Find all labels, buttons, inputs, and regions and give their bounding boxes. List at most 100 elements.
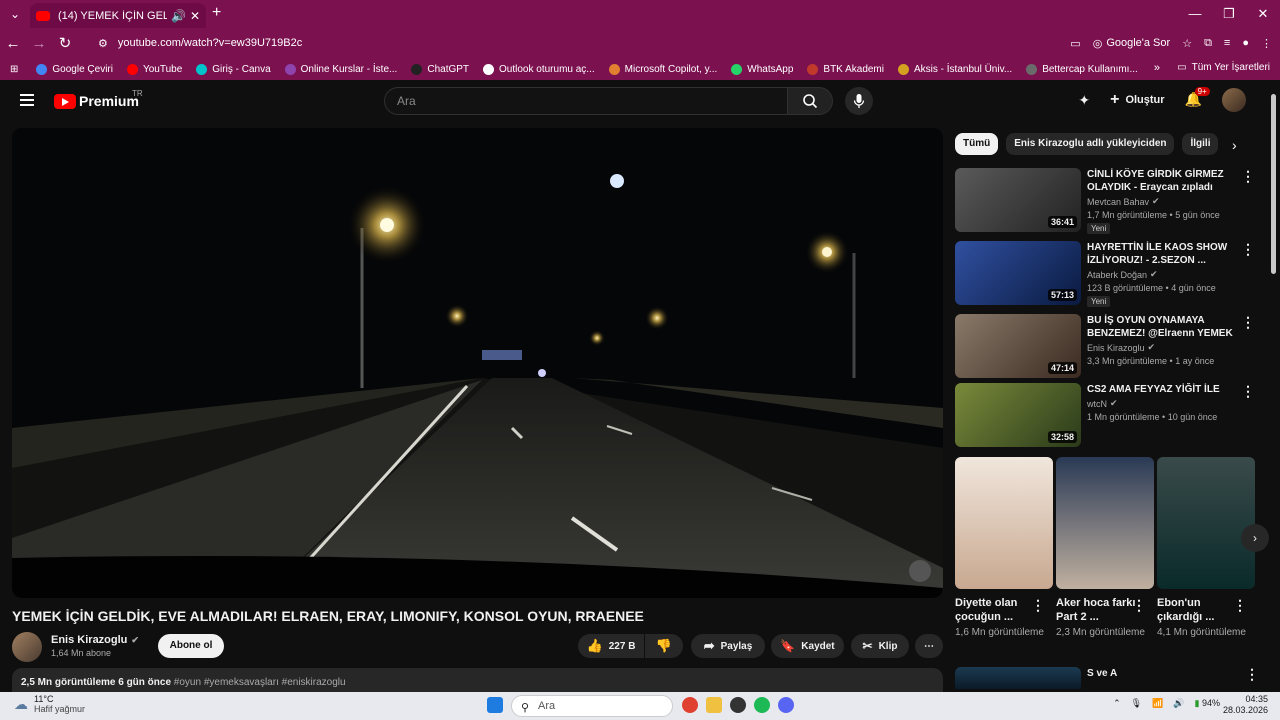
new-tab-button[interactable]: + xyxy=(212,4,221,22)
rec-channel[interactable]: Mevtcan Bahav ✔ xyxy=(1087,196,1160,207)
description-box[interactable]: 2,5 Mn görüntüleme 6 gün önce #oyun #yem… xyxy=(12,668,943,692)
short-title[interactable]: Diyette olan çocuğun ... xyxy=(955,596,1035,624)
more-options-icon[interactable]: ⋮ xyxy=(1031,597,1045,614)
all-bookmarks-button[interactable]: ▭ Tüm Yer İşaretleri xyxy=(1177,62,1270,73)
taskbar-search[interactable]: ⚲ Ara xyxy=(511,695,673,717)
bookmark-item[interactable]: Online Kurslar - İste... xyxy=(284,63,397,75)
bookmark-item[interactable]: WhatsApp xyxy=(731,63,793,75)
video-thumbnail[interactable]: 36:41 xyxy=(955,168,1081,232)
more-options-icon[interactable]: ⋮ xyxy=(1241,314,1255,331)
shorts-next-button[interactable]: › xyxy=(1241,524,1269,552)
scrollbar-thumb[interactable] xyxy=(1271,94,1276,274)
rec-channel-name[interactable]: Mevtcan Bahav xyxy=(1087,197,1149,207)
close-tab-icon[interactable]: ✕ xyxy=(190,9,200,23)
search-input[interactable]: Ara xyxy=(384,87,788,115)
volume-icon[interactable]: 🔊 xyxy=(1173,698,1184,709)
microphone-icon[interactable]: 🎙 xyxy=(1131,698,1142,709)
bookmark-item[interactable]: Google Çeviri xyxy=(36,63,113,75)
rec-title[interactable]: CS2 AMA FEYYAZ YİĞİT İLE xyxy=(1087,383,1237,396)
rec-channel[interactable]: Enis Kirazoglu ✔ xyxy=(1087,342,1155,353)
more-options-icon[interactable]: ⋮ xyxy=(1241,383,1255,400)
bookmark-item[interactable]: BTK Akademi xyxy=(807,63,884,75)
account-avatar[interactable] xyxy=(1222,88,1246,112)
like-button[interactable]: 👍 227 B xyxy=(578,634,644,658)
chrome-icon[interactable] xyxy=(682,697,698,713)
save-button[interactable]: 🔖 Kaydet xyxy=(771,634,844,658)
more-options-icon[interactable]: ⋮ xyxy=(1241,241,1255,258)
video-thumbnail[interactable]: 32:58 xyxy=(955,383,1081,447)
search-button[interactable] xyxy=(787,87,833,115)
short-thumbnail[interactable] xyxy=(1056,457,1154,589)
discord-icon[interactable] xyxy=(778,697,794,713)
rec-channel-name[interactable]: Ataberk Doğan xyxy=(1087,270,1147,280)
google-sor-button[interactable]: ◎ Google'a Sor xyxy=(1093,37,1170,50)
media-control-icon[interactable]: ≡ xyxy=(1224,37,1230,49)
extensions-icon[interactable]: ⧉ xyxy=(1204,37,1212,50)
short-title[interactable]: Aker hoca farkı Part 2 ... xyxy=(1056,596,1136,624)
file-explorer-icon[interactable] xyxy=(706,697,722,713)
omnibox[interactable]: ⚙ youtube.com/watch?v=ew39U719B2c xyxy=(88,31,1150,55)
chevron-right-icon[interactable]: › xyxy=(1232,137,1237,153)
recommendation-item[interactable]: 47:14 BU İŞ OYUN OYNAMAYA BENZEMEZ! @Elr… xyxy=(955,314,1265,378)
chevron-up-icon[interactable]: ⌃ xyxy=(1113,698,1121,709)
more-options-icon[interactable]: ⋮ xyxy=(1233,597,1247,614)
minimize-button[interactable]: — xyxy=(1178,0,1212,28)
app-icon[interactable] xyxy=(730,697,746,713)
voice-search-button[interactable] xyxy=(845,87,873,115)
create-button[interactable]: + Oluştur xyxy=(1110,91,1164,109)
bookmark-item[interactable]: Bettercap Kullanımı... xyxy=(1026,63,1138,75)
dislike-button[interactable]: 👎 xyxy=(645,634,683,658)
premium-badge-icon[interactable]: ✦ xyxy=(1078,92,1090,109)
bookmark-item[interactable]: YouTube xyxy=(126,63,182,75)
more-actions-button[interactable]: ⋯ xyxy=(915,634,943,658)
recommendation-item[interactable]: 57:13 HAYRETTİN İLE KAOS SHOW İZLİYORUZ!… xyxy=(955,241,1265,307)
chip-related[interactable]: İlgili xyxy=(1182,133,1219,155)
video-thumbnail[interactable]: 57:13 xyxy=(955,241,1081,305)
rec-title[interactable]: BU İŞ OYUN OYNAMAYA BENZEMEZ! @Elraenn Y… xyxy=(1087,314,1237,340)
bookmark-star-icon[interactable]: ☆ xyxy=(1182,37,1192,50)
chip-from-uploader[interactable]: Enis Kirazoglu adlı yükleyiciden xyxy=(1006,133,1175,155)
rec-title[interactable]: S ve A xyxy=(1087,668,1117,679)
wifi-icon[interactable]: 📶 xyxy=(1152,698,1163,709)
chip-all[interactable]: Tümü xyxy=(955,133,999,155)
channel-watermark-icon[interactable] xyxy=(909,560,931,582)
recommendation-item[interactable]: 32:58 CS2 AMA FEYYAZ YİĞİT İLE wtcN ✔ 1 M… xyxy=(955,383,1265,447)
bookmark-item[interactable]: Microsoft Copilot, y... xyxy=(608,63,717,75)
notifications-button[interactable]: 🔔 9+ xyxy=(1185,87,1210,109)
windows-start-icon[interactable] xyxy=(487,697,503,713)
bookmark-item[interactable]: Aksis - İstanbul Üniv... xyxy=(898,63,1012,75)
video-thumbnail[interactable]: 47:14 xyxy=(955,314,1081,378)
rec-title[interactable]: HAYRETTİN İLE KAOS SHOW İZLİYORUZ! - 2.S… xyxy=(1087,241,1237,267)
more-options-icon[interactable]: ⋮ xyxy=(1132,597,1146,614)
menu-icon[interactable]: ⋮ xyxy=(1261,37,1272,50)
share-button[interactable]: ➦ Paylaş xyxy=(691,634,765,658)
close-window-button[interactable]: ✕ xyxy=(1246,0,1280,28)
short-thumbnail[interactable] xyxy=(955,457,1053,589)
youtube-logo[interactable]: Premium TR xyxy=(54,89,143,109)
more-bookmarks-icon[interactable]: » xyxy=(1154,62,1160,74)
browser-tab[interactable]: (14) YEMEK İÇİN GELDİK, EVE ALMADILAR! E… xyxy=(30,3,206,28)
restore-button[interactable]: ❐ xyxy=(1212,0,1246,28)
more-options-icon[interactable]: ⋮ xyxy=(1241,168,1255,185)
clock[interactable]: 04:35 28.03.2026 xyxy=(1223,694,1268,716)
weather-widget[interactable]: ☁ 11°C Hafif yağmur xyxy=(14,694,85,714)
more-options-icon[interactable]: ⋮ xyxy=(1245,666,1259,683)
page-scrollbar[interactable] xyxy=(1270,84,1278,692)
bookmark-item[interactable]: ChatGPT xyxy=(411,63,469,75)
short-item[interactable]: Aker hoca farkı Part 2 ... 2,3 Mn görünt… xyxy=(1056,457,1154,638)
channel-name[interactable]: Enis Kirazoglu xyxy=(51,634,127,646)
short-item[interactable]: Diyette olan çocuğun ... 1,6 Mn görüntül… xyxy=(955,457,1053,638)
rec-channel-name[interactable]: Enis Kirazoglu xyxy=(1087,343,1145,353)
url-text[interactable]: youtube.com/watch?v=ew39U719B2c xyxy=(118,37,302,49)
spotify-icon[interactable] xyxy=(754,697,770,713)
apps-icon[interactable]: ⊞ xyxy=(10,64,18,75)
video-player[interactable] xyxy=(12,128,943,598)
short-title[interactable]: Ebon'un çıkardığı ... xyxy=(1157,596,1237,624)
channel-name-link[interactable]: Enis Kirazoglu ✔ xyxy=(51,634,139,646)
short-item[interactable]: Ebon'un çıkardığı ... 4,1 Mn görüntüleme… xyxy=(1157,457,1255,638)
rec-channel[interactable]: Ataberk Doğan ✔ xyxy=(1087,269,1158,280)
rec-title[interactable]: CİNLİ KÖYE GİRDİK GİRMEZ OLAYDIK - Erayc… xyxy=(1087,168,1237,194)
back-button[interactable]: ← xyxy=(0,35,26,52)
recommendation-item[interactable]: 36:41 CİNLİ KÖYE GİRDİK GİRMEZ OLAYDIK -… xyxy=(955,168,1265,234)
video-thumbnail[interactable] xyxy=(955,667,1081,689)
